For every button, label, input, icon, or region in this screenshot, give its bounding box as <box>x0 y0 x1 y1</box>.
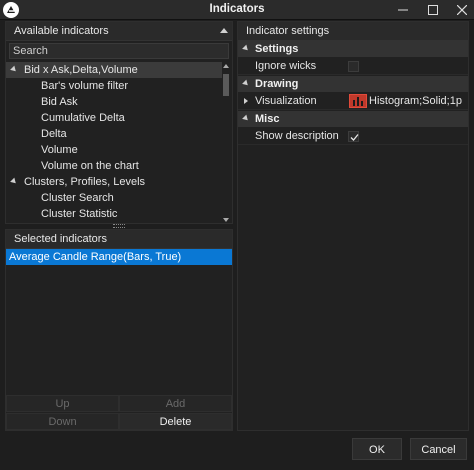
collapse-arrow-icon[interactable] <box>220 28 228 33</box>
selected-indicators-title: Selected indicators <box>14 233 107 245</box>
checkmark-icon <box>350 134 359 141</box>
close-button[interactable] <box>448 0 474 20</box>
property-value[interactable]: Histogram;Solid;1p <box>348 92 468 110</box>
ignore-wicks-checkbox[interactable] <box>348 61 359 72</box>
tree-item-cumulative-delta[interactable]: Cumulative Delta <box>6 110 222 126</box>
indicator-settings-panel: Indicator settings Settings Ignore wicks… <box>237 21 469 431</box>
close-icon <box>457 5 467 15</box>
available-indicators-title: Available indicators <box>14 25 109 37</box>
collapse-icon[interactable] <box>242 44 250 53</box>
indicator-settings-header: Indicator settings <box>238 22 468 41</box>
tree-group-bid-ask-delta-volume[interactable]: Bid x Ask,Delta,Volume <box>6 62 222 78</box>
minimize-button[interactable] <box>389 0 417 20</box>
title-bar: Indicators <box>0 0 474 20</box>
category-settings[interactable]: Settings <box>238 41 468 57</box>
up-button[interactable]: Up <box>6 395 119 412</box>
tree-item-cluster-statistic[interactable]: Cluster Statistic <box>6 206 222 222</box>
maximize-icon <box>428 5 438 15</box>
available-indicators-panel: Available indicators Bid x Ask,Delta,Vol… <box>5 21 233 224</box>
selected-indicators-panel: Selected indicators Average Candle Range… <box>5 229 233 431</box>
cancel-button[interactable]: Cancel <box>410 438 467 460</box>
tree-item-bid-ask[interactable]: Bid Ask <box>6 94 222 110</box>
collapse-icon[interactable] <box>242 79 250 88</box>
property-visualization[interactable]: Visualization Histogram;Solid;1p <box>238 92 468 110</box>
category-misc[interactable]: Misc <box>238 111 468 127</box>
selected-indicators-buttons: Up Add Down Delete <box>6 395 232 431</box>
add-button[interactable]: Add <box>119 395 232 412</box>
category-drawing[interactable]: Drawing <box>238 76 468 92</box>
selected-indicator-item[interactable]: Average Candle Range(Bars, True) <box>6 249 232 265</box>
delete-button[interactable]: Delete <box>119 413 232 430</box>
tree-item-volume[interactable]: Volume <box>6 142 222 158</box>
tree-group-clusters-profiles-levels[interactable]: Clusters, Profiles, Levels <box>6 174 222 190</box>
collapse-icon[interactable] <box>242 114 250 123</box>
search-input[interactable] <box>10 44 228 58</box>
indicator-settings-title: Indicator settings <box>246 25 330 37</box>
scroll-thumb[interactable] <box>223 74 229 96</box>
expander-icon[interactable] <box>10 65 18 74</box>
search-box[interactable] <box>9 43 229 59</box>
property-value <box>348 127 468 145</box>
selected-indicators-header: Selected indicators <box>6 230 232 249</box>
tree-item-delta[interactable]: Delta <box>6 126 222 142</box>
property-show-description: Show description <box>238 127 468 145</box>
property-name: Show description <box>255 130 339 142</box>
splitter-grip[interactable] <box>113 224 125 228</box>
down-button[interactable]: Down <box>6 413 119 430</box>
tree-item-bars-volume-filter[interactable]: Bar's volume filter <box>6 78 222 94</box>
tree-scrollbar[interactable] <box>221 62 231 224</box>
property-ignore-wicks: Ignore wicks <box>238 57 468 75</box>
visualization-value: Histogram;Solid;1p <box>369 95 462 107</box>
scroll-down-icon[interactable] <box>223 218 229 222</box>
property-name: Visualization <box>255 95 317 107</box>
tree-item-volume-on-the-chart[interactable]: Volume on the chart <box>6 158 222 174</box>
available-indicators-header: Available indicators <box>6 22 232 41</box>
expander-icon[interactable] <box>10 177 18 186</box>
maximize-button[interactable] <box>419 0 447 20</box>
indicator-tree: Bid x Ask,Delta,Volume Bar's volume filt… <box>6 62 222 224</box>
property-value <box>348 57 468 75</box>
property-name: Ignore wicks <box>255 60 317 72</box>
ok-button[interactable]: OK <box>352 438 402 460</box>
show-description-checkbox[interactable] <box>348 131 359 142</box>
scroll-up-icon[interactable] <box>223 64 229 68</box>
minimize-icon <box>398 9 408 11</box>
histogram-icon <box>349 94 367 108</box>
tree-item-cluster-search[interactable]: Cluster Search <box>6 190 222 206</box>
expand-arrow-icon[interactable] <box>244 98 248 104</box>
